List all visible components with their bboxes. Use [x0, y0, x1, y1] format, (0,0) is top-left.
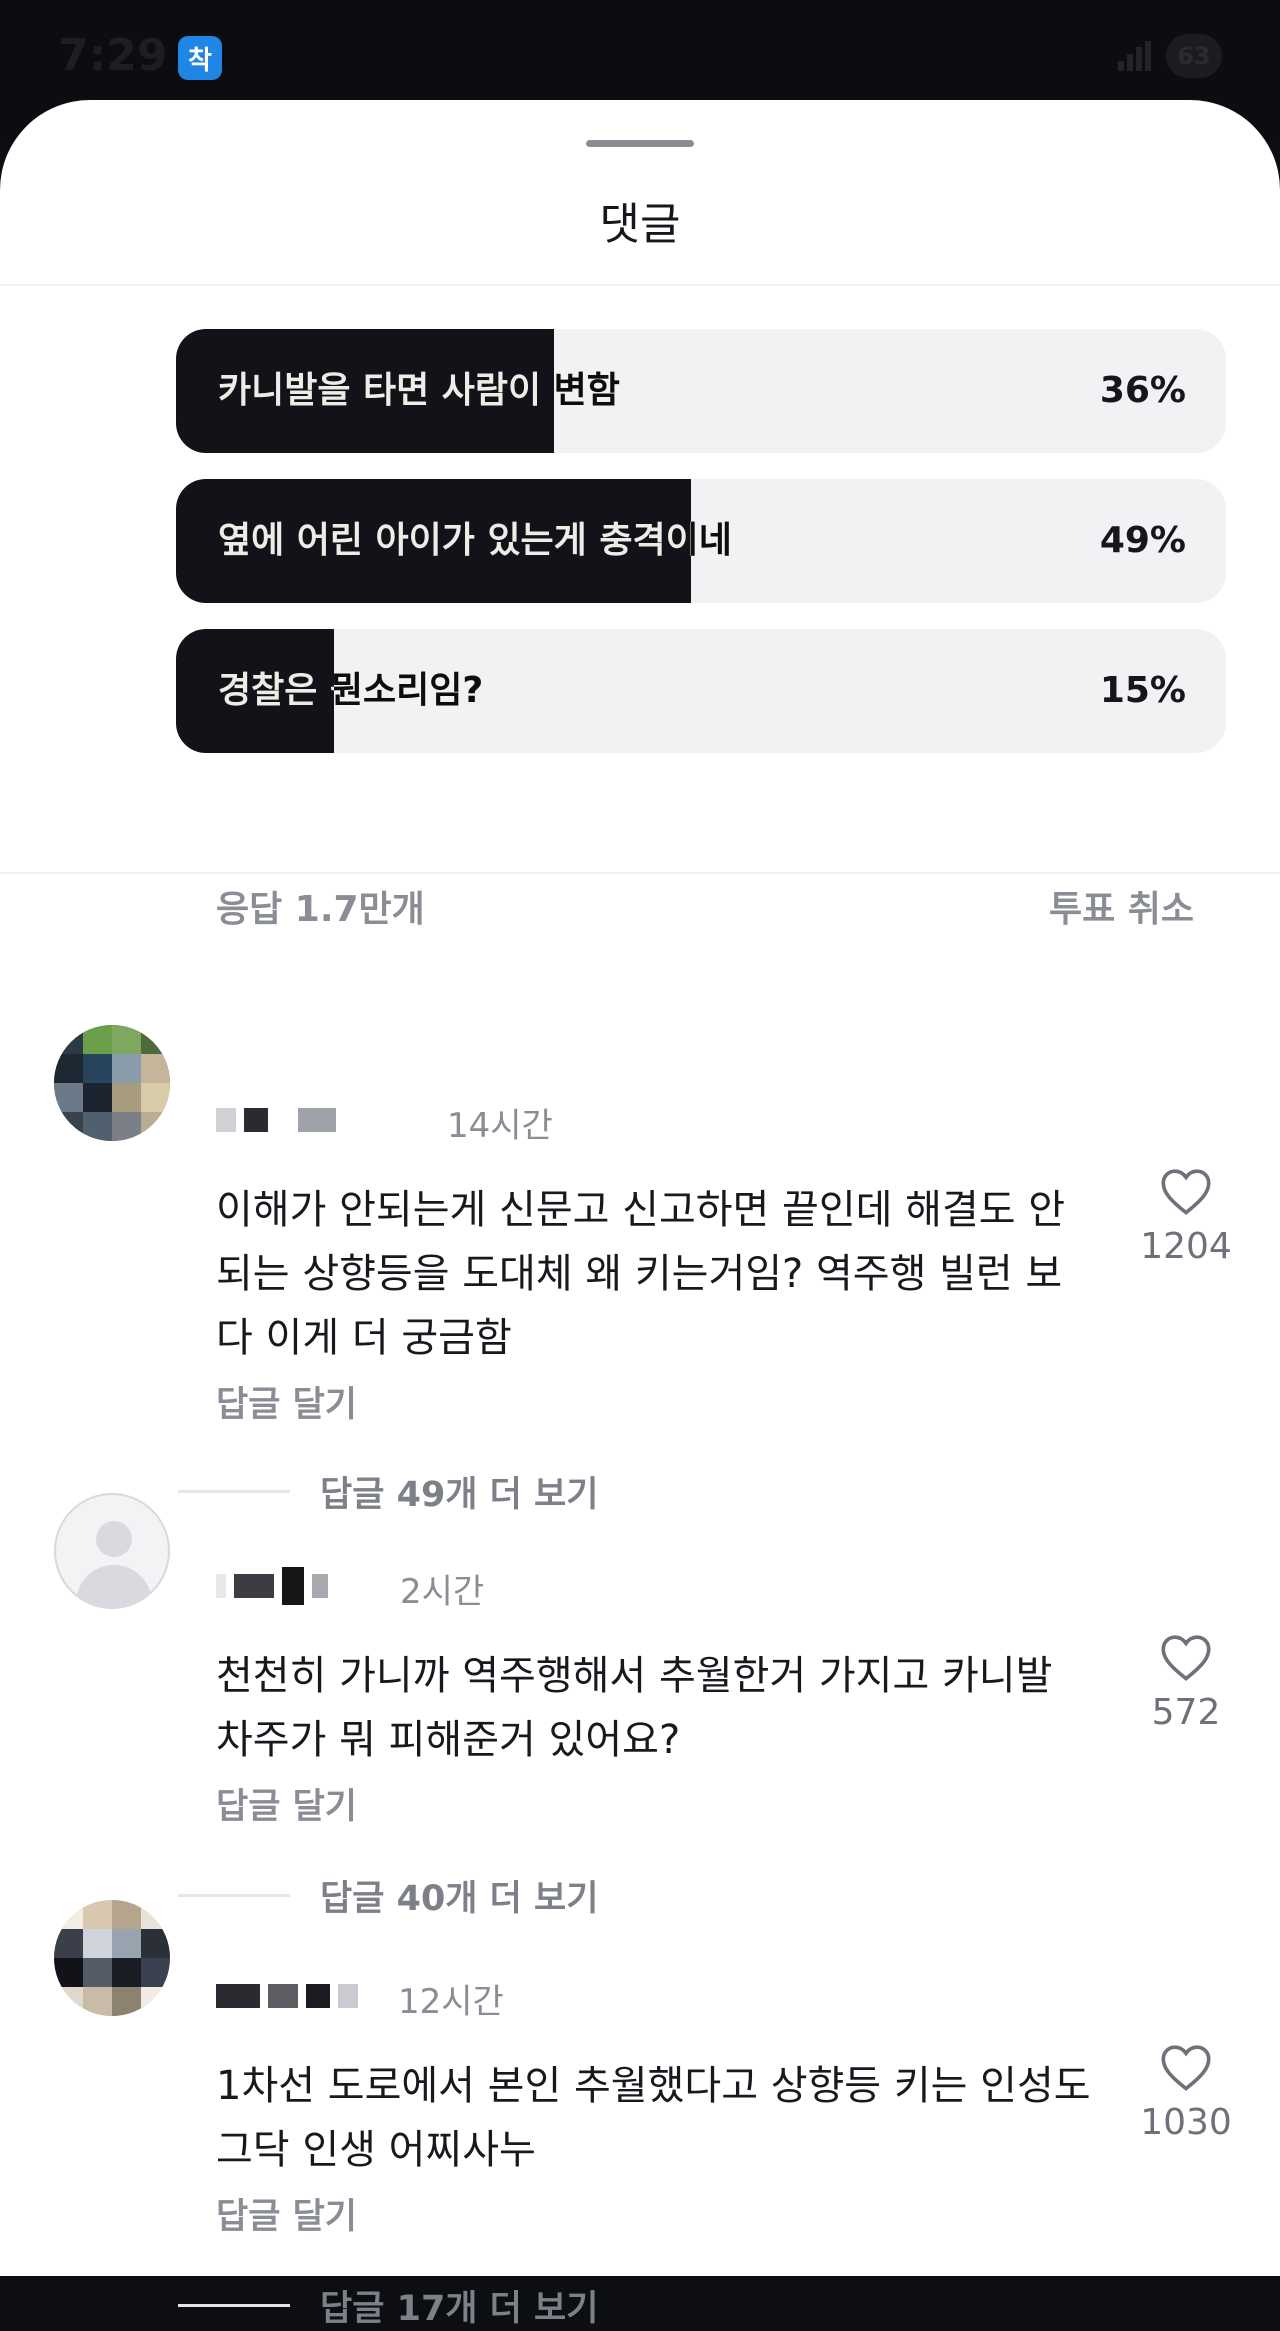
username-blurred[interactable]	[216, 1974, 358, 2018]
comment-time: 12시간	[398, 1982, 504, 2022]
comments-sheet: 댓글 카니발을 타면 사람이 변함 36% 옆에 어린 아이가 있는게 충격이네…	[0, 100, 1280, 2329]
avatar[interactable]	[54, 1025, 170, 1141]
username-blurred[interactable]	[216, 1098, 336, 1142]
like-button[interactable]: 572	[1136, 1632, 1236, 1733]
view-replies-button[interactable]: 답글 17개 더 보기	[178, 2280, 598, 2331]
sheet-drag-handle[interactable]	[586, 140, 694, 147]
comment-time: 2시간	[400, 1572, 485, 1612]
poll-option-label: 옆에 어린 아이가 있는게 충격이네	[218, 520, 732, 561]
avatar[interactable]	[54, 1493, 170, 1609]
signal-icon	[1118, 41, 1152, 71]
comment-text: 이해가 안되는게 신문고 신고하면 끝인데 해결도 안되는 상향등을 도대체 왜…	[216, 1187, 1066, 1361]
comment-time: 14시간	[447, 1106, 553, 1146]
view-replies-label: 답글 49개 더 보기	[320, 1475, 599, 1515]
view-replies-button[interactable]: 답글 40개 더 보기	[178, 1870, 598, 1921]
like-button[interactable]: 1030	[1136, 2042, 1236, 2143]
like-count: 1030	[1140, 2102, 1232, 2143]
reply-button[interactable]: 답글 달기	[216, 2188, 357, 2239]
poll-divider	[0, 872, 1280, 874]
like-count: 1204	[1140, 1226, 1232, 1267]
poll-option[interactable]: 경찰은 뭔소리임? 15%	[176, 629, 1226, 753]
like-count: 572	[1151, 1692, 1221, 1733]
replies-divider-line	[178, 1894, 290, 1897]
poll-option-percent: 36%	[1099, 370, 1186, 411]
status-indicators: 63	[1118, 34, 1222, 78]
reply-button[interactable]: 답글 달기	[216, 1376, 357, 1427]
cancel-vote-button[interactable]: 투표 취소	[1049, 880, 1194, 932]
username-blurred[interactable]	[216, 1564, 328, 1608]
replies-divider-line	[178, 2304, 290, 2307]
heart-outline-icon	[1161, 2045, 1211, 2091]
status-time: 7:29	[58, 30, 168, 81]
person-placeholder-icon	[96, 1521, 132, 1557]
poll-option-percent: 15%	[1099, 670, 1186, 711]
poll-option-label: 경찰은 뭔소리임?	[218, 670, 484, 711]
poll-option[interactable]: 옆에 어린 아이가 있는게 충격이네 49%	[176, 479, 1226, 603]
comment-text: 천천히 가니까 역주행해서 추월한거 가지고 카니발 차주가 뭐 피해준거 있어…	[216, 1653, 1053, 1763]
header-divider	[0, 284, 1280, 286]
sheet-title: 댓글	[599, 199, 681, 250]
heart-outline-icon	[1161, 1635, 1211, 1681]
poll-option-percent: 49%	[1099, 520, 1186, 561]
view-replies-label: 답글 17개 더 보기	[320, 2289, 599, 2329]
reply-button[interactable]: 답글 달기	[216, 1778, 357, 1829]
heart-outline-icon	[1161, 1169, 1211, 1215]
poll-option[interactable]: 카니발을 타면 사람이 변함 36%	[176, 329, 1226, 453]
avatar[interactable]	[54, 1900, 170, 2016]
poll-option-label: 카니발을 타면 사람이 변함	[218, 370, 620, 411]
comment-text: 1차선 도로에서 본인 추월했다고 상향등 키는 인성도 그닥 인생 어찌사누	[216, 2063, 1091, 2173]
like-button[interactable]: 1204	[1136, 1166, 1236, 1267]
app-badge-icon: 착	[178, 36, 222, 80]
poll-response-count: 응답 1.7만개	[216, 889, 425, 930]
view-replies-button[interactable]: 답글 49개 더 보기	[178, 1466, 598, 1517]
battery-icon: 63	[1166, 34, 1222, 78]
view-replies-label: 답글 40개 더 보기	[320, 1879, 599, 1919]
replies-divider-line	[178, 1490, 290, 1493]
